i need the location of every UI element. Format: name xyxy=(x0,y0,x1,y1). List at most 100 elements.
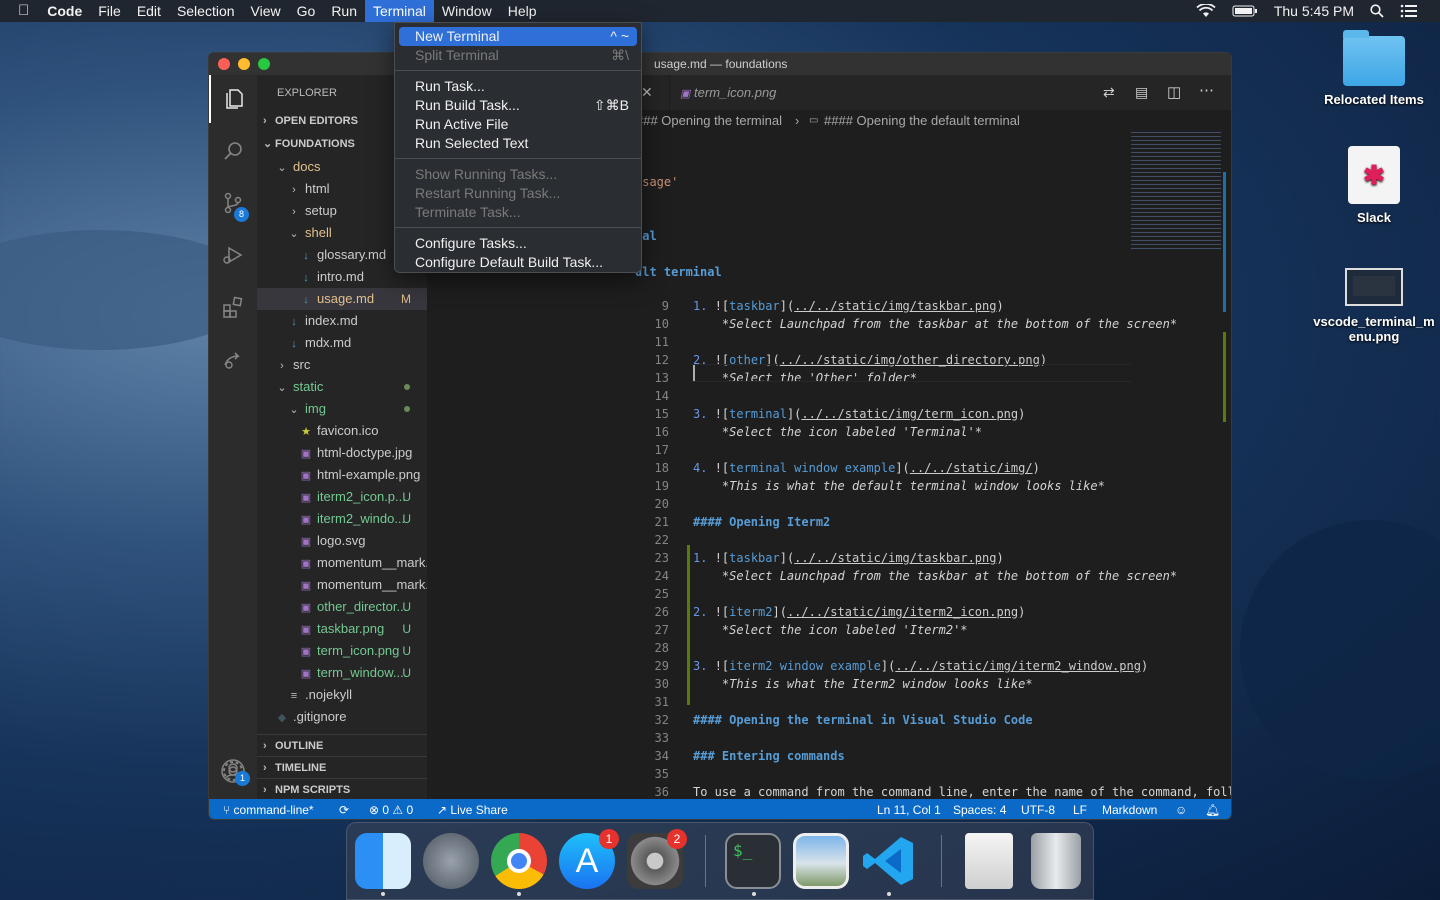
open-preview-icon[interactable]: ▤ xyxy=(1135,84,1148,101)
live-share-icon[interactable] xyxy=(209,335,257,383)
explorer-icon[interactable] xyxy=(209,75,257,123)
menu-run[interactable]: Run xyxy=(323,0,365,22)
file-tree-item[interactable]: ↓ mdx.md xyxy=(257,332,427,354)
image-icon: ▣ xyxy=(300,646,312,658)
cursor-position[interactable]: Ln 11, Col 1 xyxy=(877,799,941,819)
notification-center-icon[interactable] xyxy=(1400,4,1418,18)
file-tree-item[interactable]: ◆ .gitignore xyxy=(257,706,427,728)
code-token: ) xyxy=(1140,659,1149,673)
code-line: *This is what the default terminal windo… xyxy=(693,479,1105,493)
bell-icon[interactable]: 🔔︎ xyxy=(1205,799,1220,819)
npm-scripts-section[interactable]: › NPM SCRIPTS xyxy=(257,778,427,800)
code-line: To use a command from the command line, … xyxy=(693,785,1231,799)
end-of-line[interactable]: LF xyxy=(1073,799,1087,819)
menu-item-split-terminal[interactable]: Split Terminal ⌘\ xyxy=(399,46,637,65)
vscode-icon[interactable] xyxy=(861,833,917,889)
downloads-stack-icon[interactable] xyxy=(965,833,1013,889)
gear-icon[interactable]: 1 xyxy=(221,759,250,786)
menu-item-run-active-file[interactable]: Run Active File xyxy=(399,115,637,134)
file-tree-item[interactable]: ▣ iterm2_windo... U xyxy=(257,508,427,530)
preview-app-icon[interactable] xyxy=(793,833,849,889)
file-tree-label: mdx.md xyxy=(305,335,352,350)
file-tree-item[interactable]: ▣ html-example.png xyxy=(257,464,427,486)
close-window-button[interactable] xyxy=(218,58,230,70)
desktop-item-screenshot[interactable]: vscode_terminal_menu.png xyxy=(1309,268,1439,344)
launchpad-icon[interactable] xyxy=(423,833,479,889)
outline-section[interactable]: › OUTLINE xyxy=(257,734,427,756)
language-mode[interactable]: Markdown xyxy=(1102,799,1157,819)
menu-go[interactable]: Go xyxy=(289,0,324,22)
file-tree-item[interactable]: ▣ html-doctype.jpg xyxy=(257,442,427,464)
file-tree-item[interactable]: ↓ index.md xyxy=(257,310,427,332)
menu-item-run-selected-text[interactable]: Run Selected Text xyxy=(399,134,637,153)
branch-item[interactable]: ⑂ command-line* xyxy=(223,799,314,819)
zoom-window-button[interactable] xyxy=(258,58,270,70)
split-editor-icon[interactable]: ◫ xyxy=(1167,83,1181,101)
menu-item-restart-running-task[interactable]: Restart Running Task... xyxy=(399,184,637,203)
extensions-icon[interactable] xyxy=(209,283,257,331)
encoding[interactable]: UTF-8 xyxy=(1021,799,1055,819)
live-share-item[interactable]: ↗ Live Share xyxy=(437,799,508,819)
menu-item-configure-tasks[interactable]: Configure Tasks... xyxy=(399,234,637,253)
search-icon[interactable] xyxy=(209,127,257,175)
menu-selection[interactable]: Selection xyxy=(169,0,243,22)
code-token: #### Opening Iterm2 xyxy=(693,515,831,529)
folder-icon xyxy=(1343,30,1405,86)
file-tree-item[interactable]: ⌄ img xyxy=(257,398,427,420)
spotlight-icon[interactable] xyxy=(1370,4,1384,18)
menu-item-show-running-tasks[interactable]: Show Running Tasks... xyxy=(399,165,637,184)
file-tree-item[interactable]: ▣ other_director... U xyxy=(257,596,427,618)
menu-app-name[interactable]: Code xyxy=(39,0,90,22)
menu-item-terminate-task[interactable]: Terminate Task... xyxy=(399,203,637,222)
run-debug-icon[interactable] xyxy=(209,231,257,279)
file-tree-item[interactable]: ▣ taskbar.png U xyxy=(257,618,427,640)
menu-edit[interactable]: Edit xyxy=(129,0,169,22)
file-tree-item[interactable]: ↓ usage.md M xyxy=(257,288,427,310)
file-tree-item[interactable]: ★ favicon.ico xyxy=(257,420,427,442)
terminal-app-icon[interactable]: $_ xyxy=(725,833,781,889)
line-number: 16 xyxy=(654,425,669,439)
apple-icon[interactable]:  xyxy=(0,0,39,22)
wifi-icon[interactable] xyxy=(1196,4,1216,18)
minimap[interactable] xyxy=(1131,132,1221,252)
timeline-section[interactable]: › TIMELINE xyxy=(257,756,427,778)
feedback-icon[interactable]: ☺ xyxy=(1175,799,1187,819)
scrollbar[interactable] xyxy=(1221,132,1231,799)
source-control-icon[interactable]: 8 xyxy=(209,179,257,227)
file-tree-label: src xyxy=(293,357,311,372)
file-tree-item[interactable]: ▣ term_window.... U xyxy=(257,662,427,684)
trash-icon[interactable] xyxy=(1031,833,1081,889)
file-tree-item[interactable]: ⌄ static xyxy=(257,376,427,398)
sync-icon[interactable]: ⟳ xyxy=(339,799,349,819)
file-tree-item[interactable]: ≡ .nojekyll xyxy=(257,684,427,706)
problems-item[interactable]: ⊗ 0 ⚠ 0 xyxy=(369,799,413,819)
code-lines[interactable]: 9 1. ![taskbar](../../static/img/taskbar.… xyxy=(627,75,1231,817)
file-tree-item[interactable]: ▣ iterm2_icon.p... U xyxy=(257,486,427,508)
file-tree-item[interactable]: › src xyxy=(257,354,427,376)
file-tree-item[interactable]: ▣ logo.svg xyxy=(257,530,427,552)
menu-item-new-terminal[interactable]: New Terminal ^ ~ xyxy=(399,27,637,46)
menu-help[interactable]: Help xyxy=(500,0,545,22)
menu-file[interactable]: File xyxy=(90,0,129,22)
menu-view[interactable]: View xyxy=(243,0,289,22)
desktop-item-relocated-items[interactable]: Relocated Items xyxy=(1309,30,1439,107)
menu-item-run-task[interactable]: Run Task... xyxy=(399,77,637,96)
minimize-window-button[interactable] xyxy=(238,58,250,70)
file-tree-item[interactable]: ▣ momentum__mark... xyxy=(257,552,427,574)
file-tree-item[interactable]: ▣ term_icon.png U xyxy=(257,640,427,662)
file-tree-label: usage.md xyxy=(317,291,375,306)
battery-icon[interactable] xyxy=(1232,5,1258,17)
more-actions-icon[interactable]: ⋯ xyxy=(1199,81,1214,99)
menu-window[interactable]: Window xyxy=(434,0,500,22)
chrome-icon[interactable] xyxy=(491,833,547,889)
menu-item-run-build-task[interactable]: Run Build Task... ⇧⌘B xyxy=(399,96,637,115)
running-indicator xyxy=(381,892,385,896)
indentation[interactable]: Spaces: 4 xyxy=(953,799,1006,819)
file-tree-item[interactable]: ▣ momentum__mark... xyxy=(257,574,427,596)
markdown-icon: ↓ xyxy=(291,316,297,328)
finder-icon[interactable] xyxy=(355,833,411,889)
clock[interactable]: Thu 5:45 PM xyxy=(1274,3,1354,19)
menu-terminal[interactable]: Terminal xyxy=(365,0,434,22)
menu-item-configure-default-build-task[interactable]: Configure Default Build Task... xyxy=(399,253,637,272)
desktop-item-slack[interactable]: ✱ Slack xyxy=(1309,146,1439,225)
